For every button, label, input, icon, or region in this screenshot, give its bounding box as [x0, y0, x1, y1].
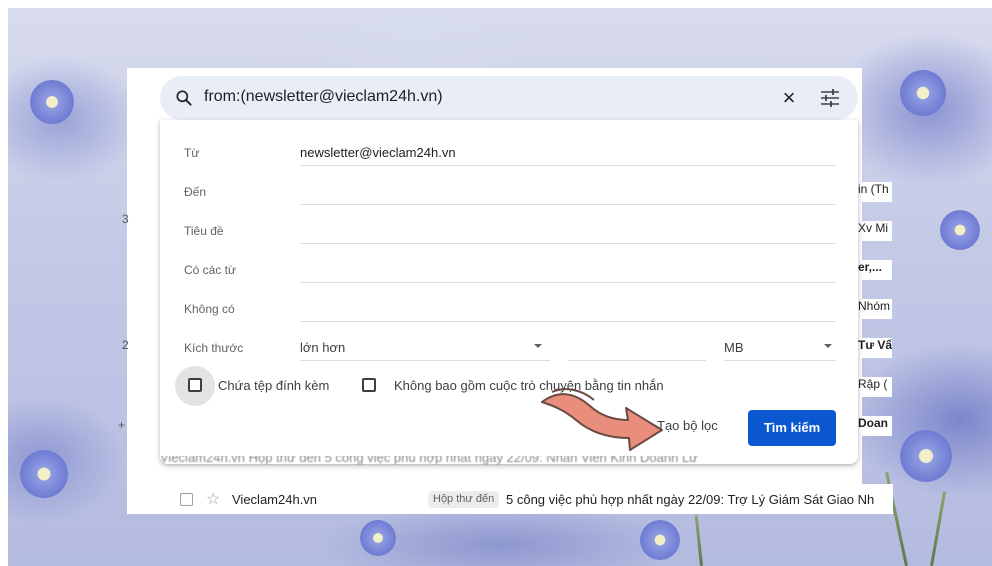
partially-hidden-row: Vieclam24h.vn Hộp thư đến 5 công việc ph… [160, 456, 860, 472]
inbox-label-chip: Hộp thư đến [428, 491, 500, 508]
frame-edge [0, 0, 992, 8]
subject-label: Tiêu đề [184, 224, 224, 238]
background-list-item[interactable]: in (Th [858, 182, 892, 202]
frame-edge [0, 0, 8, 566]
background-list-item[interactable]: Xv Mi [858, 221, 892, 241]
subject-field[interactable] [300, 218, 836, 244]
close-icon[interactable]: × [778, 87, 800, 109]
pointer-arrow-icon [541, 388, 663, 451]
flower-decoration [20, 450, 68, 498]
has-words-field[interactable] [300, 257, 836, 283]
size-unit-select[interactable]: MB [724, 335, 836, 361]
doesnt-have-row: Không có [184, 296, 836, 322]
subject-row: Tiêu đề [184, 218, 836, 244]
to-row: Đến [184, 179, 836, 205]
email-sender: Vieclam24h.vn [232, 492, 318, 507]
to-label: Đến [184, 185, 207, 199]
from-field[interactable]: newsletter@vieclam24h.vn [300, 140, 836, 166]
has-words-label: Có các từ [184, 263, 237, 277]
flower-decoration [30, 80, 74, 124]
row-select-checkbox[interactable] [180, 493, 193, 506]
flower-decoration [640, 520, 680, 560]
flower-decoration [900, 430, 952, 482]
background-list-item[interactable]: Rập ( [858, 377, 892, 397]
has-attachment-checkbox[interactable] [188, 378, 202, 392]
email-list-row[interactable]: ☆ Vieclam24h.vn Hộp thư đến 5 công việc … [160, 484, 893, 514]
background-list-item[interactable]: Tư Vấ [858, 338, 892, 358]
has-words-row: Có các từ [184, 257, 836, 283]
count-label: 2 [122, 338, 129, 352]
partially-hidden-row-text: Vieclam24h.vn Hộp thư đến 5 công việc ph… [160, 456, 698, 465]
background-list-item[interactable]: Nhóm [858, 299, 892, 319]
email-subject: 5 công việc phù hợp nhất ngày 22/09: Trợ… [506, 492, 875, 507]
size-label: Kích thước [184, 341, 244, 355]
size-operator-select[interactable]: lớn hơn [300, 335, 550, 361]
search-options-icon[interactable] [819, 88, 841, 108]
from-label: Từ [184, 146, 200, 160]
search-button[interactable]: Tìm kiếm [748, 410, 836, 446]
size-operator-value: lớn hơn [300, 340, 346, 355]
search-input[interactable]: from:(newsletter@vieclam24h.vn) [204, 88, 443, 106]
has-attachment-label[interactable]: Chứa tệp đính kèm [218, 378, 329, 393]
flower-decoration [360, 520, 396, 556]
chevron-down-icon [824, 344, 832, 348]
flower-decoration [940, 210, 980, 250]
search-bar[interactable]: from:(newsletter@vieclam24h.vn) × [160, 76, 858, 120]
doesnt-have-label: Không có [184, 302, 235, 316]
left-edge-counts: 3 2 + [118, 200, 160, 460]
count-label: 3 [122, 212, 129, 226]
advanced-search-dialog: Từ newsletter@vieclam24h.vn Đến Tiêu đề … [160, 120, 858, 464]
background-list-item[interactable]: Doan [858, 416, 892, 436]
star-icon[interactable]: ☆ [206, 489, 220, 509]
to-field[interactable] [300, 179, 836, 205]
doesnt-have-field[interactable] [300, 296, 836, 322]
search-icon[interactable] [174, 88, 194, 108]
background-list-item[interactable]: er,... [858, 260, 892, 280]
from-row: Từ newsletter@vieclam24h.vn [184, 140, 836, 166]
size-unit-value: MB [724, 340, 744, 355]
exclude-chats-checkbox[interactable] [362, 378, 376, 392]
chevron-down-icon [534, 344, 542, 348]
flower-decoration [900, 70, 946, 116]
size-value-field[interactable] [568, 335, 706, 361]
size-row: Kích thước lớn hơn MB [184, 335, 836, 361]
count-label: + [118, 418, 126, 432]
